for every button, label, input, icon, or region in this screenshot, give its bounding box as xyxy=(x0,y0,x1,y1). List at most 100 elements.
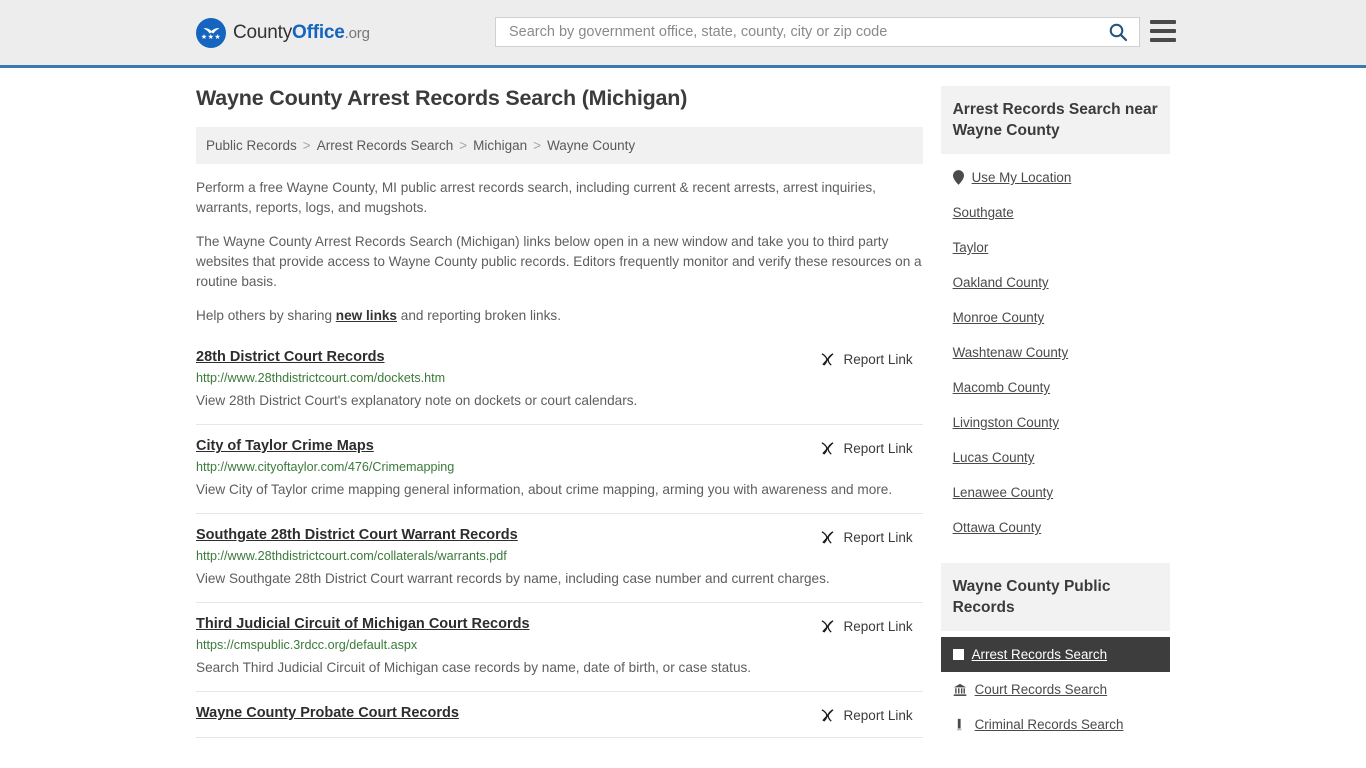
broken-link-icon xyxy=(821,353,833,366)
nearby-item-label: Lucas County xyxy=(952,450,1035,465)
public-records-list: Arrest Records Search Court Records Searc… xyxy=(940,631,1170,742)
logo-text-office: Office xyxy=(292,21,345,43)
page-title: Wayne County Arrest Records Search (Mich… xyxy=(196,86,688,110)
intro-paragraph-2: The Wayne County Arrest Records Search (… xyxy=(196,234,922,289)
nearby-item-washtenaw-county[interactable]: Washtenaw County xyxy=(941,335,1170,370)
breadcrumb-item-michigan[interactable]: Michigan xyxy=(473,138,527,153)
resource-link-item: Wayne County Probate Court Records Report… xyxy=(196,692,923,738)
nearby-searches-list: Use My Location Southgate Taylor Oakland C… xyxy=(941,154,1170,545)
public-records-item-arrest-records-search[interactable]: Arrest Records Search xyxy=(940,637,1170,672)
breadcrumb-item-wayne-county[interactable]: Wayne County xyxy=(547,138,635,153)
nearby-item-taylor[interactable]: Taylor xyxy=(941,230,1170,265)
nearby-item-label: Livingston County xyxy=(952,415,1060,430)
breadcrumb: Public Records > Arrest Records Search > Mic… xyxy=(196,127,923,164)
help-suffix: and reporting broken links. xyxy=(397,308,561,323)
search-input[interactable] xyxy=(496,18,1097,46)
help-prefix: Help others by sharing xyxy=(196,308,336,323)
nearby-item-lucas-county[interactable]: Lucas County xyxy=(941,440,1170,475)
use-my-location-button[interactable]: Use My Location xyxy=(941,160,1170,195)
breadcrumb-separator: > xyxy=(459,138,468,153)
nearby-item-lenawee-county[interactable]: Lenawee County xyxy=(941,475,1170,510)
report-link-button[interactable]: Report Link xyxy=(820,619,913,634)
public-records-heading: Wayne County Public Records xyxy=(940,563,1170,631)
broken-link-icon xyxy=(821,442,833,455)
report-link-button[interactable]: Report Link xyxy=(820,352,913,367)
breadcrumb-item-public-records[interactable]: Public Records xyxy=(206,138,297,153)
search-button[interactable] xyxy=(1097,18,1139,46)
search-icon xyxy=(1109,23,1128,42)
page-body: Wayne County Arrest Records Search (Mich… xyxy=(0,68,1366,760)
search-bar xyxy=(495,17,1140,47)
intro-paragraph-1: Perform a free Wayne County, MI public a… xyxy=(196,180,876,215)
resource-link-url: https://cmspublic.3rdcc.org/default.aspx xyxy=(196,638,418,652)
broken-link-icon xyxy=(821,531,833,544)
logo-text-county: County xyxy=(233,21,293,43)
resource-link-title[interactable]: City of Taylor Crime Maps xyxy=(196,438,374,454)
broken-link-icon xyxy=(821,620,833,633)
nearby-item-label: Ottawa County xyxy=(952,520,1042,535)
nearby-item-oakland-county[interactable]: Oakland County xyxy=(941,265,1170,300)
nearby-item-livingston-county[interactable]: Livingston County xyxy=(941,405,1170,440)
resource-link-url: http://www.28thdistrictcourt.com/dockets… xyxy=(196,371,446,385)
document-icon xyxy=(956,718,962,730)
logo-text: CountyOffice.org xyxy=(233,22,370,44)
report-link-label: Report Link xyxy=(843,352,913,367)
resource-link-title[interactable]: Third Judicial Circuit of Michigan Court… xyxy=(196,616,530,632)
resource-link-title[interactable]: Wayne County Probate Court Records xyxy=(196,705,459,721)
resource-link-description: View Southgate 28th District Court warra… xyxy=(196,571,830,586)
main-content: Wayne County Arrest Records Search (Mich… xyxy=(196,86,923,760)
resource-link-description: Search Third Judicial Circuit of Michiga… xyxy=(196,660,752,675)
nearby-item-monroe-county[interactable]: Monroe County xyxy=(941,300,1170,335)
report-link-label: Report Link xyxy=(843,530,913,545)
hamburger-bar xyxy=(1150,20,1176,24)
resource-link-description: View City of Taylor crime mapping genera… xyxy=(196,482,893,497)
public-records-item-label: Court Records Search xyxy=(974,682,1108,697)
public-records-box: Wayne County Public Records Arrest Recor… xyxy=(940,563,1170,742)
nearby-item-macomb-county[interactable]: Macomb County xyxy=(941,370,1170,405)
new-links-link[interactable]: new links xyxy=(336,308,397,323)
breadcrumb-item-arrest-records-search[interactable]: Arrest Records Search xyxy=(317,138,454,153)
nearby-searches-heading: Arrest Records Search near Wayne County xyxy=(940,86,1170,154)
eagle-shield-icon: ★★★ xyxy=(196,17,226,48)
nearby-item-southgate[interactable]: Southgate xyxy=(941,195,1170,230)
hamburger-bar xyxy=(1150,38,1176,42)
breadcrumb-separator: > xyxy=(533,138,542,153)
bank-building-icon xyxy=(953,683,966,696)
nearby-item-label: Taylor xyxy=(952,240,989,255)
use-my-location-label: Use My Location xyxy=(971,170,1072,185)
nearby-items-container: Southgate Taylor Oakland County Monroe Coun… xyxy=(941,195,1170,545)
resource-link-url: http://www.cityoftaylor.com/476/Crimemap… xyxy=(196,460,455,474)
site-header: ★★★ CountyOffice.org xyxy=(0,0,1366,68)
nearby-searches-box: Arrest Records Search near Wayne County … xyxy=(940,86,1170,545)
nearby-item-label: Southgate xyxy=(952,205,1014,220)
nearby-item-label: Monroe County xyxy=(952,310,1045,325)
square-icon xyxy=(952,649,964,660)
broken-link-icon xyxy=(821,709,833,722)
public-records-item-criminal-records-search[interactable]: Criminal Records Search xyxy=(941,707,1170,742)
resource-link-title[interactable]: 28th District Court Records xyxy=(196,349,385,365)
resource-link-item: Southgate 28th District Court Warrant Re… xyxy=(196,514,923,603)
site-logo[interactable]: ★★★ CountyOffice.org xyxy=(196,17,370,48)
report-link-button[interactable]: Report Link xyxy=(820,708,913,723)
hamburger-menu-icon[interactable] xyxy=(1150,20,1176,42)
resource-link-item: Third Judicial Circuit of Michigan Court… xyxy=(196,603,923,692)
sidebar: Arrest Records Search near Wayne County … xyxy=(940,86,1170,760)
resource-link-list: 28th District Court Records http://www.28… xyxy=(196,340,923,738)
resource-link-item: 28th District Court Records http://www.28… xyxy=(196,340,923,425)
nearby-item-label: Macomb County xyxy=(952,380,1051,395)
nearby-item-ottawa-county[interactable]: Ottawa County xyxy=(941,510,1170,545)
report-link-label: Report Link xyxy=(843,619,913,634)
report-link-label: Report Link xyxy=(843,441,913,456)
resource-link-url: http://www.28thdistrictcourt.com/collate… xyxy=(196,549,507,563)
help-paragraph: Help others by sharing new links and rep… xyxy=(196,306,923,326)
public-records-item-court-records-search[interactable]: Court Records Search xyxy=(941,672,1170,707)
report-link-button[interactable]: Report Link xyxy=(820,530,913,545)
report-link-button[interactable]: Report Link xyxy=(820,441,913,456)
hamburger-bar xyxy=(1150,29,1176,33)
resource-link-description: View 28th District Court's explanatory n… xyxy=(196,393,638,408)
resource-link-title[interactable]: Southgate 28th District Court Warrant Re… xyxy=(196,527,518,543)
intro-text: Perform a free Wayne County, MI public a… xyxy=(196,178,923,326)
nearby-item-label: Oakland County xyxy=(952,275,1049,290)
resource-link-item: City of Taylor Crime Maps http://www.city… xyxy=(196,425,923,514)
public-records-item-label: Arrest Records Search xyxy=(971,647,1108,662)
